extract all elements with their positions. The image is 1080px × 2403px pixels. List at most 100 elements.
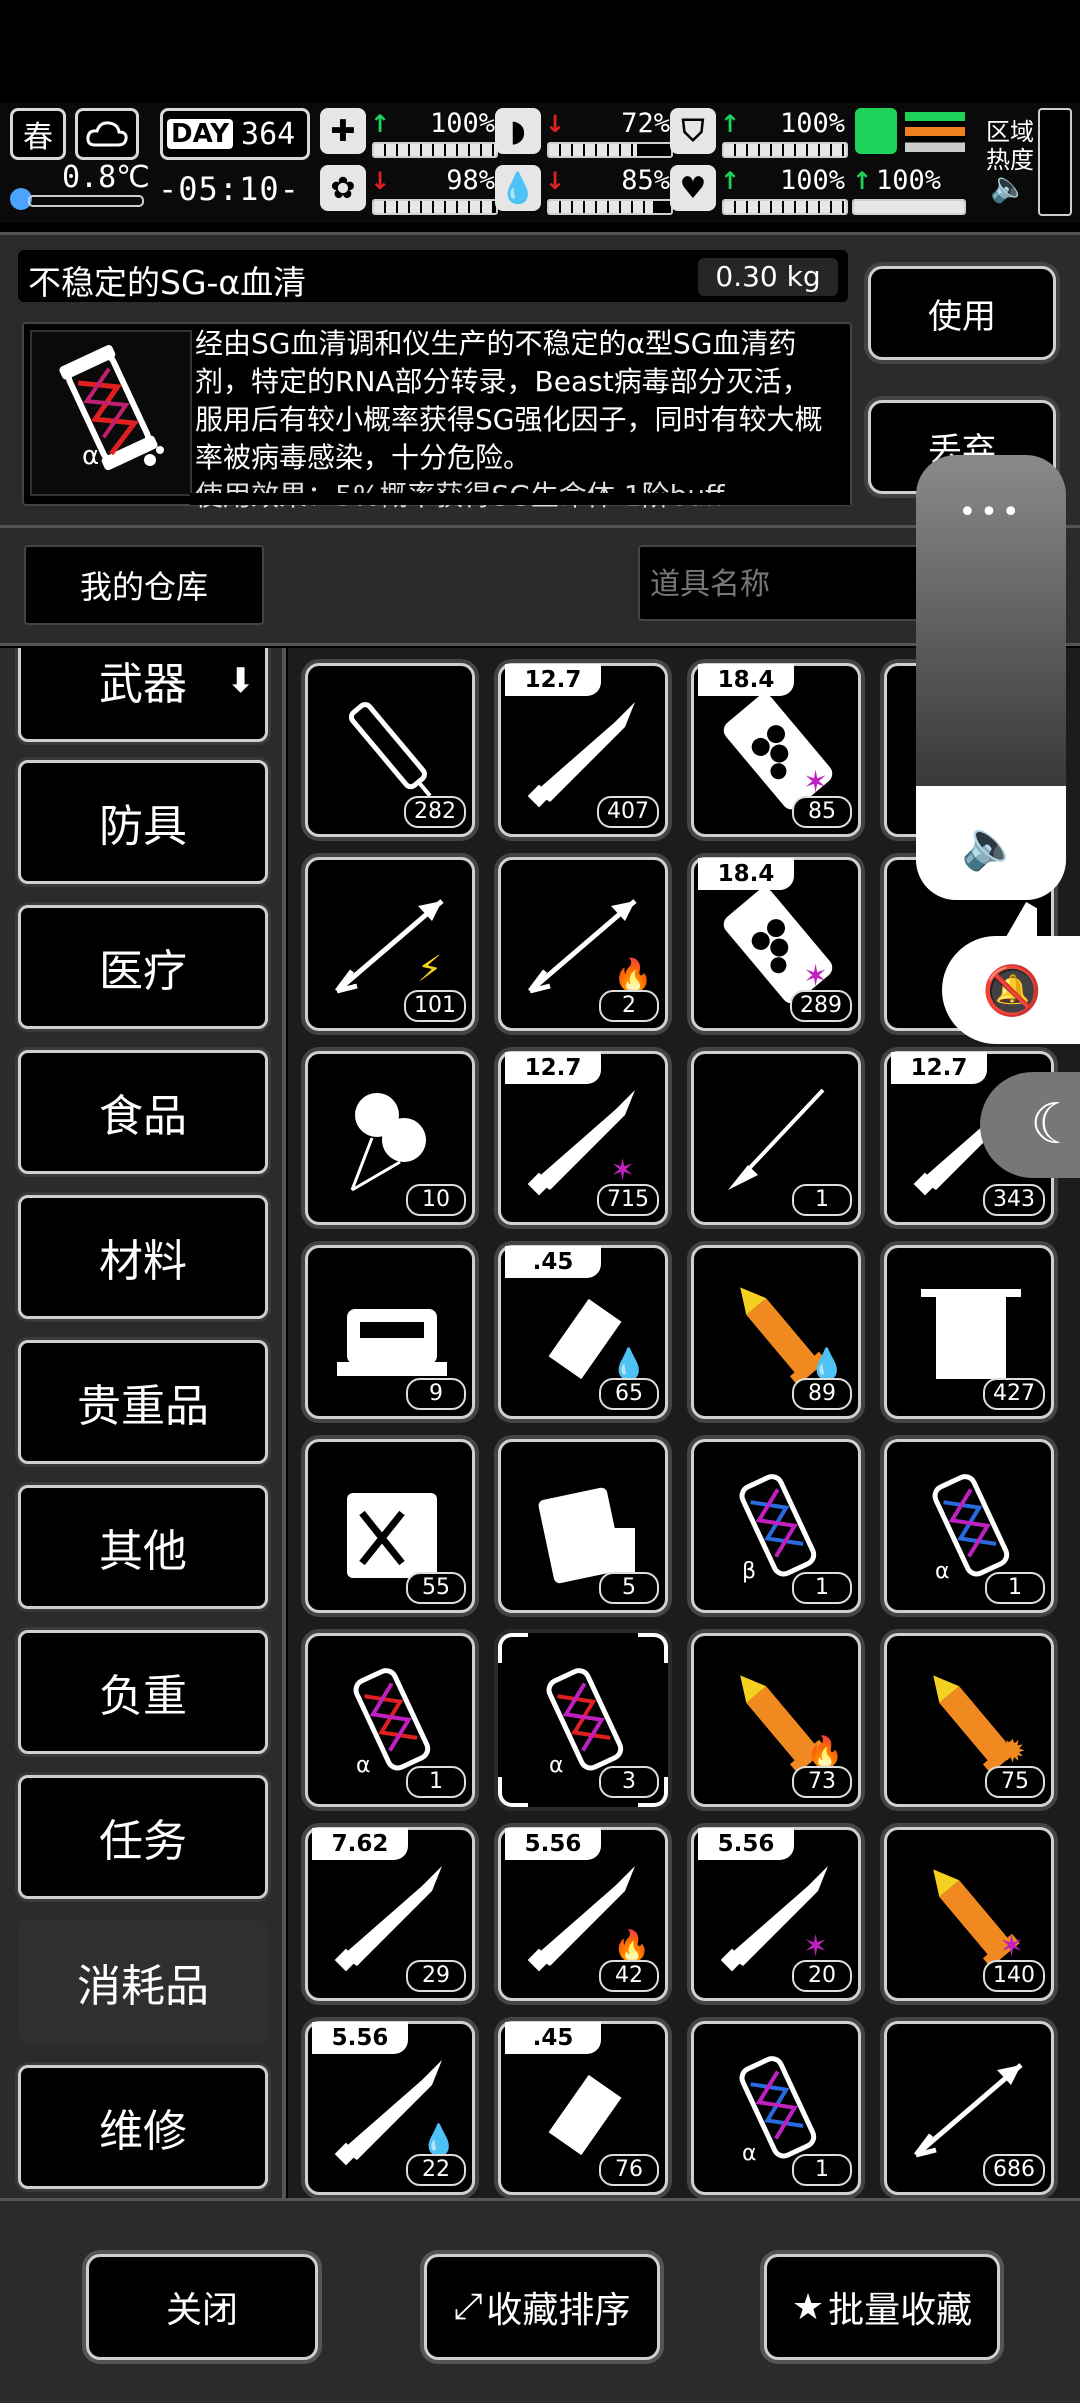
category-consumables[interactable]: 消耗品	[18, 1920, 268, 2044]
item-count: 76	[599, 2154, 659, 2186]
item-count: 427	[983, 1378, 1045, 1410]
item-slot[interactable]: ✶ 5.56 20	[691, 1827, 861, 2001]
category-label: 武器	[99, 659, 187, 710]
stat-bar	[372, 142, 498, 158]
item-slot[interactable]: ✶ 12.7 715	[498, 1051, 668, 1225]
item-slot[interactable]: β1	[691, 1439, 861, 1613]
health-stat: ✚ ↑ 100%	[320, 108, 500, 160]
item-slot[interactable]: α1	[884, 1439, 1054, 1613]
my-warehouse-button[interactable]: 我的仓库	[24, 545, 264, 625]
item-slot[interactable]: 💧 5.56 22	[305, 2021, 475, 2195]
item-slot[interactable]: ✹ 75	[884, 1633, 1054, 1807]
fire-bullet-icon: 🔥	[515, 1856, 651, 1972]
item-slot[interactable]: 💧 .45 65	[498, 1245, 668, 1419]
category-other[interactable]: 其他	[18, 1485, 268, 1609]
empty-jerrycan-icon	[322, 1468, 458, 1578]
svg-text:✶: ✶	[999, 1929, 1024, 1964]
sort-label: 收藏排序	[486, 2290, 631, 2331]
item-weight: 0.30 kg	[698, 258, 838, 296]
towel-icon	[901, 1274, 1037, 1384]
close-button[interactable]: 关闭	[86, 2254, 318, 2360]
search-placeholder: 道具名称	[650, 567, 770, 602]
category-label: 负重	[99, 1671, 187, 1722]
selection-corner	[638, 1633, 668, 1663]
batch-favorite-button[interactable]: ★ 批量收藏	[764, 2254, 1000, 2360]
water-pistol-bullet-icon: 💧	[515, 1274, 651, 1384]
category-load[interactable]: 负重	[18, 1630, 268, 1754]
item-count: 1	[792, 1572, 852, 1604]
item-count: 407	[597, 796, 659, 828]
category-medical[interactable]: 医疗	[18, 905, 268, 1029]
hunger-stat: ◗ ↓ 72%	[495, 108, 675, 160]
category-food[interactable]: 食品	[18, 1050, 268, 1174]
item-slot[interactable]: 9	[305, 1245, 475, 1419]
category-label: 其他	[99, 1526, 187, 1577]
item-slot[interactable]: ✶ 18.4 289	[691, 857, 861, 1031]
item-slot[interactable]: α3	[498, 1633, 668, 1807]
svg-text:💧: 💧	[808, 1346, 844, 1382]
item-slot[interactable]: ⚡ 101	[305, 857, 475, 1031]
stat-value: 72%	[621, 108, 670, 139]
item-slot[interactable]: 10	[305, 1051, 475, 1225]
category-tasks[interactable]: 任务	[18, 1775, 268, 1899]
bell-off-icon: 🔕	[982, 963, 1042, 1019]
trend-arrow: ↓	[545, 110, 566, 138]
favorite-sort-button[interactable]: ⤢ 收藏排序	[424, 2254, 660, 2360]
dark-mode-toggle[interactable]: ☾	[980, 1072, 1080, 1178]
item-slot[interactable]: 686	[884, 2021, 1054, 2195]
item-slot[interactable]: 🔥 5.56 42	[498, 1827, 668, 2001]
item-slot[interactable]: 7.62 29	[305, 1827, 475, 2001]
use-label: 使用	[928, 296, 996, 337]
item-slot[interactable]: .45 76	[498, 2021, 668, 2195]
category-label: 医疗	[99, 946, 187, 997]
item-search-input[interactable]: 道具名称	[638, 545, 938, 621]
speaker-icon[interactable]: 🔈	[990, 170, 1027, 205]
category-repair[interactable]: 维修	[18, 2065, 268, 2189]
electric-arrow-icon: ⚡	[322, 886, 458, 996]
item-slot[interactable]: α1	[305, 1633, 475, 1807]
item-slot[interactable]: 427	[884, 1245, 1054, 1419]
volume-slider-fill[interactable]: 🔈	[916, 786, 1066, 900]
day-value: 364	[241, 116, 296, 152]
stamina-stat: ↑ 100%	[848, 165, 968, 217]
virus-stat: ✿ ↓ 98%	[320, 165, 500, 217]
item-slot[interactable]: ✶ 140	[884, 1827, 1054, 2001]
item-slot[interactable]: 💧 89	[691, 1245, 861, 1419]
item-slot[interactable]: ✶ 18.4 85	[691, 663, 861, 837]
stat-value: 98%	[446, 165, 495, 196]
use-button[interactable]: 使用	[868, 266, 1056, 360]
stat-value: 100%	[779, 108, 845, 139]
item-slot[interactable]: 282	[305, 663, 475, 837]
category-weapons[interactable]: 武器 ⬇	[18, 648, 268, 742]
more-icon[interactable]: •••	[916, 495, 1066, 530]
item-count: 282	[404, 796, 466, 828]
category-armor[interactable]: 防具	[18, 760, 268, 884]
water-bullet-icon: 💧	[322, 2050, 458, 2166]
caliber-label: 12.7	[505, 1052, 601, 1084]
caliber-label: 5.56	[312, 2022, 408, 2054]
category-valuables[interactable]: 贵重品	[18, 1340, 268, 1464]
item-count: 9	[406, 1378, 466, 1410]
caliber-label: 12.7	[505, 664, 601, 696]
item-slot[interactable]: 12.7 407	[498, 663, 668, 837]
mute-notification-toggle[interactable]: 🔕	[942, 936, 1080, 1044]
item-slot[interactable]: 🔥 73	[691, 1633, 861, 1807]
item-slot[interactable]: 1	[691, 1051, 861, 1225]
item-slot[interactable]: 🔥 2	[498, 857, 668, 1031]
item-count: 686	[983, 2154, 1045, 2186]
category-materials[interactable]: 材料	[18, 1195, 268, 1319]
category-label: 防具	[99, 801, 187, 852]
item-slot[interactable]: 55	[305, 1439, 475, 1613]
close-label: 关闭	[165, 2290, 238, 2331]
trend-arrow: ↑	[370, 110, 391, 138]
selection-corner	[498, 1633, 528, 1663]
item-count: 2	[599, 990, 659, 1022]
season-badge: 春	[10, 108, 66, 160]
caliber-label: 18.4	[698, 664, 794, 696]
item-count: 1	[406, 1766, 466, 1798]
item-slot[interactable]: 5	[498, 1439, 668, 1613]
item-count: 715	[597, 1184, 659, 1216]
caliber-label: 7.62	[312, 1828, 408, 1860]
brush-icon	[708, 1080, 844, 1190]
item-slot[interactable]: α1	[691, 2021, 861, 2195]
